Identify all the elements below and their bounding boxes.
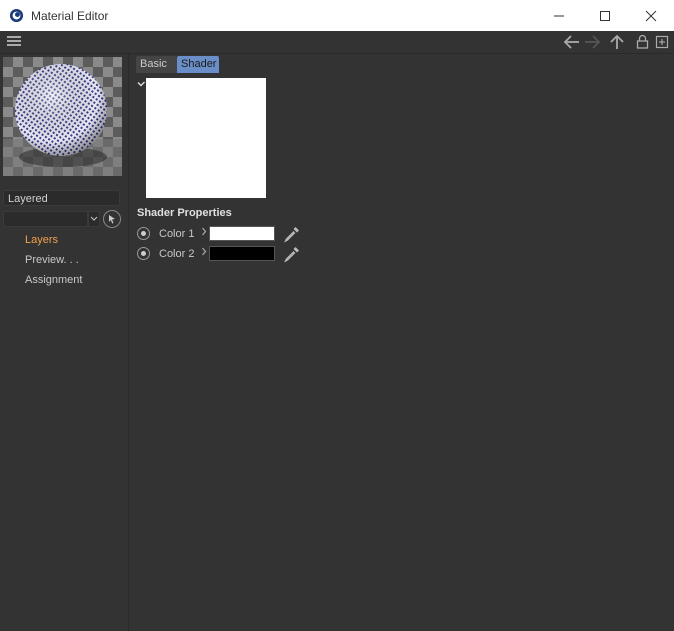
- color-1-row: Color 1: [137, 225, 337, 243]
- layer-dropdown-field[interactable]: [3, 211, 88, 227]
- maximize-icon: [600, 10, 610, 21]
- cursor-arrow-icon: [109, 215, 115, 224]
- material-sidebar: Layered Layers Preview. . . Assignment: [0, 54, 129, 631]
- color-2-label: Color 2: [159, 248, 195, 260]
- back-arrow-icon[interactable]: [563, 34, 581, 50]
- cinema4d-app-icon: [9, 8, 24, 23]
- shader-panel: Basic Shader Shader Properties Color 1 C…: [129, 54, 674, 631]
- shader-preview-swatch: [146, 78, 266, 198]
- lock-icon[interactable]: [636, 34, 649, 50]
- tab-shader[interactable]: Shader: [177, 56, 219, 73]
- chevron-down-icon: [90, 216, 98, 221]
- forward-arrow-icon[interactable]: [583, 34, 601, 50]
- eyedropper-icon[interactable]: [283, 245, 301, 263]
- shader-properties-heading: Shader Properties: [137, 207, 232, 219]
- color-2-animate-toggle[interactable]: [137, 247, 150, 260]
- close-icon: [645, 10, 657, 21]
- editor-toolbar: [0, 31, 674, 54]
- window-title: Material Editor: [31, 9, 109, 23]
- color-2-row: Color 2: [137, 245, 337, 263]
- channel-preview[interactable]: Preview. . .: [25, 254, 79, 266]
- new-window-icon[interactable]: [655, 34, 669, 50]
- preview-sphere-image: [3, 57, 122, 176]
- close-button[interactable]: [628, 0, 674, 31]
- minimize-icon: [554, 15, 564, 16]
- menu-icon[interactable]: [7, 36, 21, 47]
- minimize-button[interactable]: [536, 0, 582, 31]
- title-bar: Material Editor: [0, 0, 674, 32]
- channel-assignment[interactable]: Assignment: [25, 274, 82, 286]
- up-arrow-icon[interactable]: [609, 34, 625, 50]
- dropdown-button[interactable]: [88, 211, 100, 227]
- maximize-button[interactable]: [582, 0, 628, 31]
- color-1-label: Color 1: [159, 228, 195, 240]
- material-preview[interactable]: [3, 57, 122, 176]
- tab-basic[interactable]: Basic: [136, 56, 177, 73]
- collapse-chevron-icon[interactable]: [137, 81, 146, 88]
- eyedropper-icon[interactable]: [283, 225, 301, 243]
- expand-arrow-icon[interactable]: [201, 247, 207, 256]
- color-1-animate-toggle[interactable]: [137, 227, 150, 240]
- pick-object-button[interactable]: [103, 210, 121, 228]
- color-2-swatch[interactable]: [209, 246, 275, 261]
- color-1-swatch[interactable]: [209, 226, 275, 241]
- channel-layers[interactable]: Layers: [25, 234, 58, 246]
- expand-arrow-icon[interactable]: [201, 227, 207, 236]
- material-name-field[interactable]: Layered: [3, 190, 120, 206]
